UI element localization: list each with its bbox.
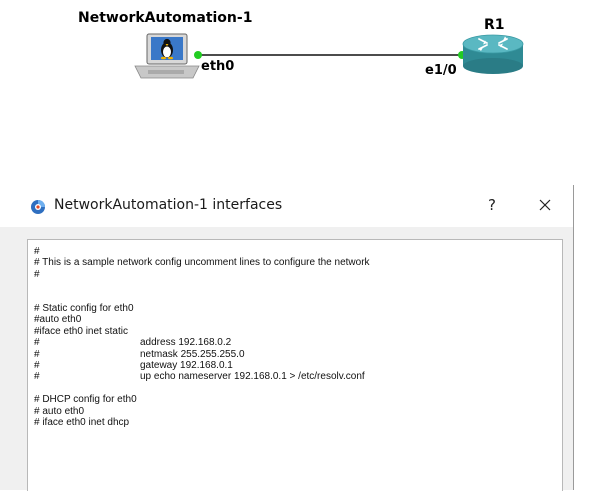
editor-line: # address 192.168.0.2 (34, 337, 231, 349)
interfaces-dialog: NetworkAutomation-1 interfaces ? # # This… (0, 185, 574, 491)
editor-line-text: address 192.168.0.2 (140, 337, 232, 349)
editor-line: # This is a sample network config uncomm… (34, 257, 370, 269)
topology-drawing (134, 33, 524, 79)
dialog-title: NetworkAutomation-1 interfaces (54, 197, 283, 213)
editor-line-prefix: # iface eth0 inet dhcp (34, 417, 130, 428)
editor-line: # gateway 192.168.0.1 (34, 360, 233, 372)
editor-line: # auto eth0 (34, 406, 84, 418)
router-icon[interactable] (462, 34, 524, 74)
editor-line-prefix: #auto eth0 (34, 314, 82, 326)
editor-line: #auto eth0 (34, 314, 81, 326)
editor-line: # DHCP config for eth0 (34, 394, 137, 406)
editor-line-prefix: # DHCP config for eth0 (34, 394, 137, 406)
host-interface-label: eth0 (201, 59, 235, 74)
linux-laptop-icon[interactable] (134, 33, 200, 79)
editor-line-prefix: #iface eth0 inet static (34, 325, 128, 337)
editor-line-prefix: # This is a sample network config uncomm… (34, 257, 370, 269)
editor-line-prefix: # (34, 268, 40, 280)
editor-line-text: gateway 192.168.0.1 (140, 360, 233, 371)
editor-line-prefix: # Static config for eth0 (34, 303, 134, 314)
topology-canvas[interactable]: NetworkAutomation-1 eth0 R1 e1/0 (0, 0, 611, 185)
editor-line: #iface eth0 inet static (34, 326, 128, 338)
editor-line: # up echo nameserver 192.168.0.1 > /etc/r… (34, 371, 365, 383)
close-button[interactable] (530, 191, 560, 219)
editor-line: # (34, 269, 40, 281)
editor-line-prefix: # (34, 337, 40, 349)
help-button[interactable]: ? (480, 191, 504, 219)
editor-line-text: netmask 255.255.255.0 (140, 348, 245, 360)
editor-line: # netmask 255.255.255.0 (34, 349, 245, 361)
editor-line-prefix: # (34, 246, 40, 257)
editor-line-prefix: # (34, 360, 40, 371)
router-node-label[interactable]: R1 (484, 17, 505, 33)
host-node-label[interactable]: NetworkAutomation-1 (78, 10, 252, 26)
editor-line: # iface eth0 inet dhcp (34, 417, 129, 429)
close-icon (539, 199, 551, 211)
router-interface-label: e1/0 (425, 63, 457, 78)
editor-line: # (34, 246, 40, 258)
gns3-app-icon (31, 200, 45, 214)
interfaces-text-editor[interactable]: # # This is a sample network config uncom… (27, 239, 563, 491)
editor-line: # Static config for eth0 (34, 303, 134, 315)
link-status-host-dot (194, 51, 202, 59)
editor-line-prefix: # auto eth0 (34, 405, 85, 417)
editor-line-text: up echo nameserver 192.168.0.1 > /etc/re… (140, 371, 365, 383)
editor-line-prefix: # (34, 348, 40, 360)
dialog-titlebar[interactable]: NetworkAutomation-1 interfaces ? (0, 185, 573, 227)
editor-line-prefix: # (34, 371, 40, 383)
